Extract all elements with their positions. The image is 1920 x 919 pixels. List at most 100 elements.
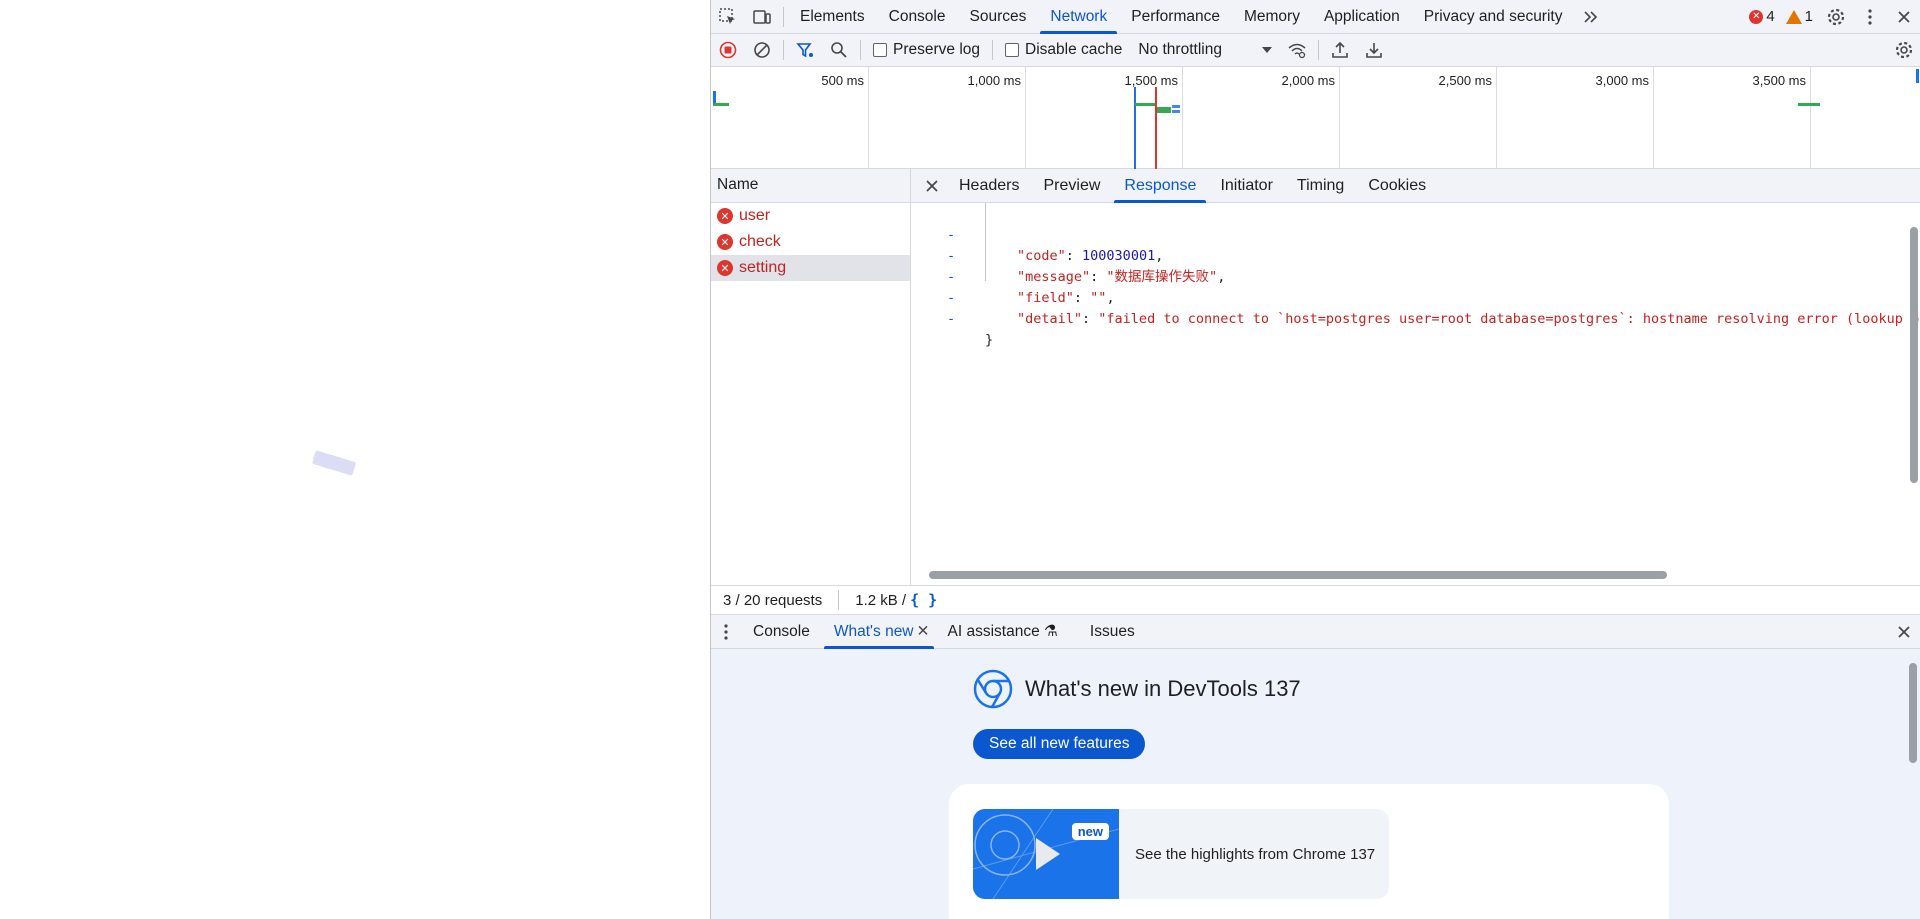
main-tab-bar: Elements Console Sources Network Perform… xyxy=(711,0,1920,34)
filter-icon[interactable] xyxy=(788,33,822,67)
error-count: 4 xyxy=(1766,8,1775,25)
vertical-scrollbar[interactable] xyxy=(1907,203,1920,565)
tab-preview[interactable]: Preview xyxy=(1031,169,1112,203)
network-toolbar: Preserve log Disable cache No throttling xyxy=(711,34,1920,67)
device-toolbar-icon[interactable] xyxy=(745,0,779,34)
tab-memory[interactable]: Memory xyxy=(1232,0,1312,34)
gridline xyxy=(868,67,869,168)
kebab-menu-icon[interactable] xyxy=(1853,0,1887,34)
timeline-bar xyxy=(1157,107,1171,113)
scrollbar-thumb[interactable] xyxy=(929,571,1667,579)
flask-icon: ⚗ xyxy=(1044,622,1058,640)
timeline-load-marker xyxy=(1155,87,1157,169)
see-all-features-button[interactable]: See all new features xyxy=(973,729,1146,759)
separator xyxy=(783,40,784,60)
response-viewer[interactable]: - "code": 100030001, - "message": "数据库操作… xyxy=(911,203,1920,565)
drawer-tab-ai-assistance[interactable]: AI assistance ⚗ xyxy=(936,615,1070,649)
timeline-dom-marker xyxy=(1134,87,1136,169)
network-conditions-icon[interactable] xyxy=(1280,33,1314,67)
devtools-window: Elements Console Sources Network Perform… xyxy=(710,0,1920,919)
scrollbar-thumb[interactable] xyxy=(1910,227,1918,483)
chevron-down-icon xyxy=(1262,47,1273,53)
import-har-icon[interactable] xyxy=(1323,33,1357,67)
tick-label: 500 ms xyxy=(821,73,864,88)
timeline-bar xyxy=(713,103,729,106)
tab-cookies[interactable]: Cookies xyxy=(1356,169,1438,203)
tab-performance[interactable]: Performance xyxy=(1119,0,1232,34)
inspect-element-icon[interactable] xyxy=(711,0,745,34)
network-status-bar: 3 / 20 requests 1.2 kB / { } xyxy=(711,585,1920,615)
tab-network[interactable]: Network xyxy=(1038,0,1119,34)
tab-response[interactable]: Response xyxy=(1112,169,1208,203)
tab-timing[interactable]: Timing xyxy=(1285,169,1356,203)
separator xyxy=(1318,40,1320,60)
close-detail-icon[interactable] xyxy=(917,169,947,203)
separator xyxy=(783,6,784,27)
disable-cache-checkbox[interactable]: Disable cache xyxy=(997,41,1130,59)
tab-elements[interactable]: Elements xyxy=(788,0,877,34)
chrome-devtools-logo-icon xyxy=(973,669,1013,709)
request-name: check xyxy=(739,233,781,250)
request-row-check[interactable]: ✕ check xyxy=(711,229,910,255)
timeline-bar xyxy=(1172,105,1180,108)
checkbox-box[interactable] xyxy=(873,43,887,57)
pretty-print-icon[interactable]: { } xyxy=(910,591,949,609)
separator xyxy=(860,40,861,60)
drawer-scrollbar[interactable] xyxy=(1906,649,1920,919)
close-drawer-icon[interactable] xyxy=(1887,615,1920,649)
close-tab-icon[interactable]: ✕ xyxy=(917,615,930,649)
scrollbar-thumb[interactable] xyxy=(1909,663,1917,763)
timeline-bar xyxy=(1135,103,1155,106)
disable-cache-label: Disable cache xyxy=(1025,41,1123,58)
tab-privacy-security[interactable]: Privacy and security xyxy=(1412,0,1575,34)
tick-label: 2,500 ms xyxy=(1438,73,1492,88)
more-tabs-icon[interactable] xyxy=(1574,0,1608,34)
request-row-user[interactable]: ✕ user xyxy=(711,203,910,229)
tick-label: 3,000 ms xyxy=(1595,73,1649,88)
tab-initiator[interactable]: Initiator xyxy=(1208,169,1284,203)
stop-recording-icon[interactable] xyxy=(711,33,745,67)
export-har-icon[interactable] xyxy=(1357,33,1391,67)
highlights-video-link[interactable]: new See the highlights from Chrome 137 xyxy=(973,809,1389,899)
gridline xyxy=(1182,67,1183,168)
error-icon: ✕ xyxy=(717,208,733,224)
gridline xyxy=(1496,67,1497,168)
code-line: - "detail": "failed to connect to `host=… xyxy=(911,267,1920,327)
error-icon: ✕ xyxy=(1749,9,1764,24)
code-line: - "code": 100030001, xyxy=(947,227,1164,264)
throttling-select[interactable]: No throttling xyxy=(1130,41,1280,59)
settings-gear-icon[interactable] xyxy=(1819,0,1853,34)
close-devtools-icon[interactable] xyxy=(1887,0,1920,34)
drawer-tab-console[interactable]: Console xyxy=(741,615,822,649)
drawer-tab-issues[interactable]: Issues xyxy=(1078,615,1147,649)
timeline-marker xyxy=(1916,69,1919,83)
clear-icon[interactable] xyxy=(745,33,779,67)
issue-counter[interactable]: ✕ 4 1 xyxy=(1749,8,1813,25)
request-row-setting[interactable]: ✕ setting xyxy=(711,255,910,281)
search-icon[interactable] xyxy=(822,33,856,67)
drawer-tab-whats-new[interactable]: What's new ✕ xyxy=(822,615,936,649)
checkbox-box[interactable] xyxy=(1005,43,1020,57)
gridline xyxy=(1339,67,1340,168)
request-count: 3 / 20 requests xyxy=(723,591,823,609)
drawer-menu-icon[interactable] xyxy=(711,615,741,649)
highlights-card: new See the highlights from Chrome 137 xyxy=(949,784,1669,919)
tab-console[interactable]: Console xyxy=(877,0,958,34)
drawer-tab-bar: Console What's new ✕ AI assistance ⚗ Iss… xyxy=(711,615,1920,649)
preserve-log-checkbox[interactable]: Preserve log xyxy=(865,41,988,59)
tick-label: 3,500 ms xyxy=(1752,73,1806,88)
throttling-value: No throttling xyxy=(1138,41,1222,58)
name-column-header[interactable]: Name xyxy=(711,169,910,203)
whats-new-panel: What's new in DevTools 137 See all new f… xyxy=(711,649,1920,919)
tab-headers[interactable]: Headers xyxy=(947,169,1031,203)
tab-sources[interactable]: Sources xyxy=(958,0,1039,34)
request-detail-panel: Headers Preview Response Initiator Timin… xyxy=(911,169,1920,585)
tab-application[interactable]: Application xyxy=(1312,0,1412,34)
code-line: - "message": "数据库操作失败", xyxy=(947,248,1226,285)
network-settings-gear-icon[interactable] xyxy=(1887,33,1920,67)
transfer-size: 1.2 kB / xyxy=(855,591,907,609)
horizontal-scrollbar[interactable] xyxy=(911,565,1907,585)
network-overview-timeline[interactable]: 500 ms 1,000 ms 1,500 ms 2,000 ms 2,500 … xyxy=(711,67,1920,169)
gridline xyxy=(1025,67,1026,168)
timeline-bar xyxy=(1172,110,1180,113)
